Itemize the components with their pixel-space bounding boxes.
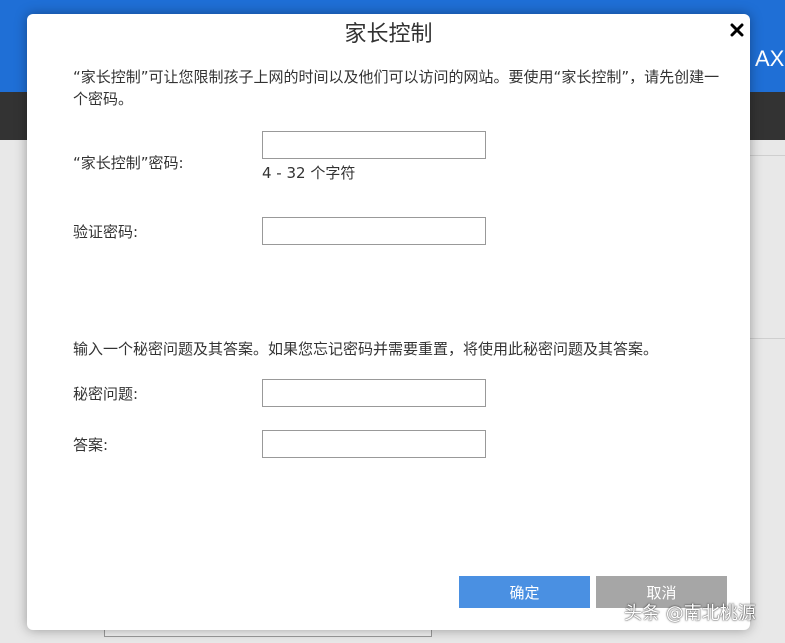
password-label: “家长控制”密码: [73, 154, 184, 172]
ok-button[interactable]: 确定 [459, 576, 590, 608]
answer-label: 答案: [73, 436, 109, 454]
secret-question-description: 输入一个秘密问题及其答案。如果您忘记密码并需要重置，将使用此秘密问题及其答案。 [73, 340, 659, 358]
dialog-intro-text: “家长控制”可让您限制孩子上网的时间以及他们可以访问的网站。要使用“家长控制”，… [73, 68, 720, 108]
dialog-title: 家长控制 [344, 22, 433, 47]
watermark-text: 头条 @南北桃源 [624, 603, 756, 624]
close-button[interactable] [725, 18, 749, 42]
confirm-password-label: 验证密码: [73, 223, 139, 241]
password-hint: 4 - 32 个字符 [262, 164, 356, 182]
password-input[interactable] [262, 131, 486, 159]
app-header-title: AX [755, 46, 785, 71]
close-icon [730, 23, 744, 37]
secret-question-label: 秘密问题: [73, 385, 139, 403]
secret-question-input[interactable] [262, 379, 486, 407]
confirm-password-input[interactable] [262, 217, 486, 245]
parental-control-dialog: 家长控制 “家长控制”可让您限制孩子上网的时间以及他们可以访问的网站。要使用“家… [27, 14, 750, 630]
answer-input[interactable] [262, 430, 486, 458]
